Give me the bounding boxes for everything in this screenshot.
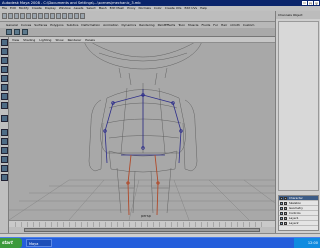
- last-tool-icon[interactable]: [1, 115, 8, 122]
- hypershade-layout-icon[interactable]: [1, 165, 8, 172]
- shelf-tool-icon[interactable]: [14, 29, 20, 35]
- snap-grid-icon[interactable]: [44, 13, 49, 19]
- layer-state-icon[interactable]: [284, 202, 287, 205]
- shelf-tool-icon[interactable]: [22, 29, 28, 35]
- single-perspective-layout-icon[interactable]: [1, 129, 8, 136]
- window-title: Autodesk Maya 2008 - C:\Documents and Se…: [2, 1, 141, 5]
- panel-menu-renderer[interactable]: Renderer: [68, 37, 82, 42]
- outliner-layout-icon[interactable]: [1, 174, 8, 181]
- menu-set-icon[interactable]: [2, 13, 7, 19]
- scale-tool-icon[interactable]: [1, 84, 8, 91]
- history-icon[interactable]: [62, 13, 67, 19]
- snap-curve-icon[interactable]: [50, 13, 55, 19]
- select-hierarchy-icon[interactable]: [26, 13, 31, 19]
- ipr-render-icon[interactable]: [74, 13, 79, 19]
- panel-menu-shading[interactable]: Shading: [23, 37, 35, 42]
- visibility-icon[interactable]: [280, 212, 283, 215]
- camera-label: persp: [141, 214, 151, 218]
- panel-menu-show[interactable]: Show: [55, 37, 63, 42]
- layer-editor: Character Skeleton Geometry Controls Lay…: [278, 195, 319, 231]
- rotate-tool-icon[interactable]: [1, 75, 8, 82]
- channel-box-body: [278, 21, 319, 191]
- visibility-icon[interactable]: [280, 207, 283, 210]
- manipulator-tool-icon[interactable]: [1, 93, 8, 100]
- layer-row[interactable]: Layer2: [279, 221, 318, 226]
- layer-name: Character: [289, 196, 303, 200]
- status-line-icons: [2, 13, 85, 19]
- channel-box: Channels Object Character Skeleton Geome…: [275, 11, 320, 233]
- leg-bones: [126, 154, 160, 216]
- layer-name: Controls: [289, 211, 301, 215]
- visibility-icon[interactable]: [280, 197, 283, 200]
- visibility-icon[interactable]: [280, 202, 283, 205]
- layer-name: Skeleton: [289, 201, 302, 205]
- maximize-button[interactable]: □: [308, 1, 313, 6]
- panel-menu-view[interactable]: View: [12, 37, 19, 42]
- shelf: [0, 28, 320, 37]
- windows-taskbar: start Maya 12:00: [0, 237, 320, 248]
- layer-name: Geometry: [289, 206, 303, 210]
- status-line: [0, 11, 320, 22]
- taskbar-app-maya[interactable]: Maya: [26, 239, 52, 247]
- snap-point-icon[interactable]: [56, 13, 61, 19]
- visibility-icon[interactable]: [280, 217, 283, 220]
- close-button[interactable]: ×: [314, 1, 319, 6]
- save-scene-icon[interactable]: [20, 13, 25, 19]
- open-scene-icon[interactable]: [14, 13, 19, 19]
- perspective-viewport[interactable]: persp: [9, 43, 275, 220]
- layer-name: Layer1: [289, 216, 299, 220]
- paint-select-tool-icon[interactable]: [1, 57, 8, 64]
- persp-graph-layout-icon[interactable]: [1, 156, 8, 163]
- lasso-tool-icon[interactable]: [1, 48, 8, 55]
- viewport-scene: [9, 43, 275, 220]
- minimize-button[interactable]: _: [302, 1, 307, 6]
- persp-outliner-layout-icon[interactable]: [1, 147, 8, 154]
- window-controls: _ □ ×: [302, 1, 319, 6]
- channel-box-header: Channels Object: [276, 11, 320, 19]
- visibility-icon[interactable]: [280, 222, 283, 225]
- soft-mod-tool-icon[interactable]: [1, 102, 8, 109]
- render-settings-icon[interactable]: [80, 13, 85, 19]
- select-object-icon[interactable]: [32, 13, 37, 19]
- layer-state-icon[interactable]: [284, 217, 287, 220]
- four-view-layout-icon[interactable]: [1, 138, 8, 145]
- layer-state-icon[interactable]: [284, 222, 287, 225]
- start-button[interactable]: start: [0, 238, 22, 248]
- panel-menu-panels[interactable]: Panels: [85, 37, 95, 42]
- shelf-icons: [6, 29, 28, 35]
- layer-state-icon[interactable]: [284, 207, 287, 210]
- system-tray-clock: 12:00: [294, 238, 320, 248]
- panel-menu-lighting[interactable]: Lighting: [39, 37, 51, 42]
- time-slider[interactable]: [9, 220, 275, 227]
- shelf-tool-icon[interactable]: [6, 29, 12, 35]
- select-tool-icon[interactable]: [1, 39, 8, 46]
- layer-name: Layer2: [289, 221, 299, 225]
- render-icon[interactable]: [68, 13, 73, 19]
- move-tool-icon[interactable]: [1, 66, 8, 73]
- select-component-icon[interactable]: [38, 13, 43, 19]
- range-slider-bar[interactable]: [24, 228, 260, 232]
- layer-state-icon[interactable]: [284, 197, 287, 200]
- toolbox: [0, 37, 9, 233]
- layer-state-icon[interactable]: [284, 212, 287, 215]
- new-scene-icon[interactable]: [8, 13, 13, 19]
